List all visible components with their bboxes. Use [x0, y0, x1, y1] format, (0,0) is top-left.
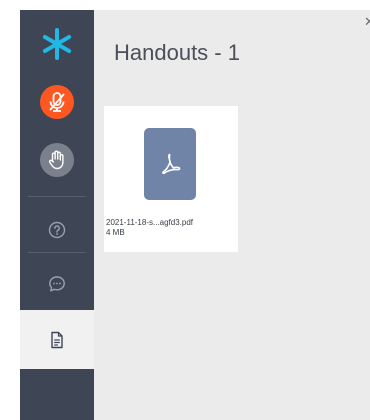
app-logo: [20, 24, 94, 64]
page-title: Handouts - 1: [114, 40, 240, 65]
chat-button[interactable]: [20, 268, 94, 300]
mute-microphone-button[interactable]: [20, 82, 94, 122]
asterisk-logo-icon: [42, 28, 72, 60]
hand-icon: [40, 143, 74, 177]
handouts-icon-slot: [20, 310, 94, 369]
close-icon[interactable]: ✕: [364, 14, 370, 30]
file-thumbnail: [144, 128, 196, 200]
microphone-off-icon: [40, 85, 74, 119]
sidebar-divider: [28, 252, 86, 253]
help-button[interactable]: [20, 214, 94, 246]
pdf-icon: [162, 153, 181, 175]
handout-file-card[interactable]: 2021-11-18-s...agfd3.pdf 4 MB: [104, 106, 238, 252]
sidebar-divider: [28, 196, 86, 197]
raise-hand-button[interactable]: [20, 140, 94, 180]
document-icon: [51, 331, 63, 348]
chat-bubble-icon: [49, 276, 65, 292]
handouts-button[interactable]: [20, 310, 94, 369]
sidebar: [20, 10, 94, 420]
handouts-panel: Handouts - 1 2021-11-18-s...agfd3.pdf 4 …: [94, 10, 370, 420]
question-circle-icon: [48, 221, 66, 239]
file-name: 2021-11-18-s...agfd3.pdf: [106, 218, 194, 227]
file-size: 4 MB: [106, 228, 125, 237]
